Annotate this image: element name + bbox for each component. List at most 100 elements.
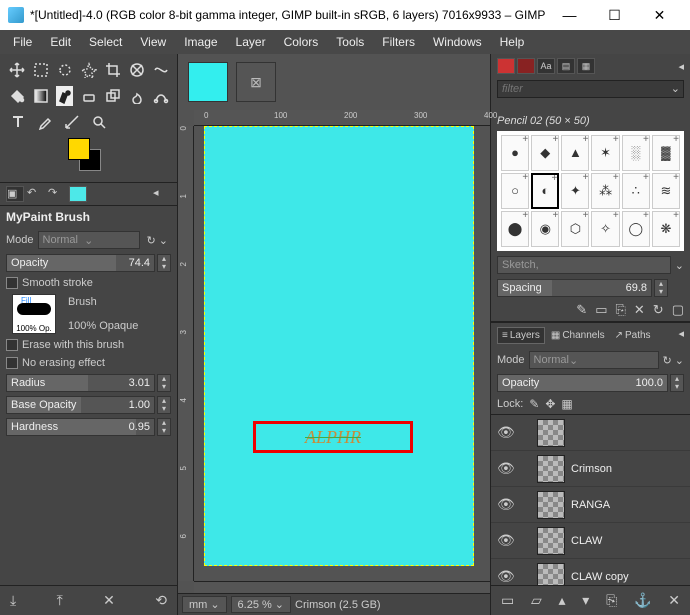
lock-position-icon[interactable]: ✥ bbox=[545, 397, 555, 411]
menu-file[interactable]: File bbox=[4, 32, 41, 52]
layer-mode-select[interactable]: Normal ⌄ bbox=[529, 351, 659, 369]
tab-layers[interactable]: ≡ Layers bbox=[497, 327, 545, 344]
close-image-button[interactable]: ⊠ bbox=[236, 62, 276, 102]
menu-layer[interactable]: Layer bbox=[227, 32, 275, 52]
brush-cell[interactable]: ⬡+ bbox=[561, 211, 589, 247]
layer-row[interactable]: 👁 RANGA bbox=[491, 487, 690, 523]
restore-preset-icon[interactable]: ⤒ bbox=[57, 592, 63, 609]
brush-cell[interactable]: ⬤+ bbox=[501, 211, 529, 247]
layers-dock-menu-icon[interactable]: ◂ bbox=[678, 327, 684, 344]
zoom-select[interactable]: 6.25 % ⌄ bbox=[231, 596, 291, 613]
tab-paths[interactable]: ↗ Paths bbox=[611, 327, 655, 344]
unit-select[interactable]: mm ⌄ bbox=[182, 596, 227, 613]
ruler-horizontal[interactable]: 0100200300400 bbox=[194, 110, 490, 126]
mypaint-brush-tool[interactable] bbox=[56, 86, 73, 106]
move-tool[interactable] bbox=[8, 60, 25, 80]
new-brush-icon[interactable]: ▭ bbox=[595, 302, 607, 318]
menu-image[interactable]: Image bbox=[175, 32, 226, 52]
smooth-stroke-checkbox[interactable] bbox=[6, 277, 18, 289]
open-brush-icon[interactable]: ▢ bbox=[672, 302, 684, 318]
layer-row[interactable]: 👁 CLAW bbox=[491, 523, 690, 559]
dock-menu-icon[interactable]: ◂ bbox=[153, 186, 171, 202]
brush-cell[interactable]: ≋+ bbox=[652, 173, 680, 210]
visibility-icon[interactable]: 👁 bbox=[497, 532, 513, 549]
dock-tab-image-icon[interactable] bbox=[69, 186, 87, 202]
rect-select-tool[interactable] bbox=[32, 60, 49, 80]
brush-cell[interactable]: ◆+ bbox=[531, 135, 559, 171]
history-tab-icon[interactable]: ▤ bbox=[557, 58, 575, 74]
patterns-tab-icon[interactable] bbox=[517, 58, 535, 74]
base-opacity-slider[interactable]: Base Opacity1.00 bbox=[6, 396, 155, 414]
menu-tools[interactable]: Tools bbox=[327, 32, 373, 52]
menu-edit[interactable]: Edit bbox=[41, 32, 80, 52]
rotate-tool[interactable] bbox=[128, 60, 145, 80]
lasso-tool[interactable] bbox=[56, 60, 73, 80]
color-swatches[interactable] bbox=[68, 138, 108, 178]
lock-alpha-icon[interactable]: ▦ bbox=[561, 397, 572, 411]
menu-filters[interactable]: Filters bbox=[373, 32, 424, 52]
brush-preview[interactable]: Fill 100% Op. bbox=[12, 294, 56, 334]
lock-pixels-icon[interactable]: ✎ bbox=[529, 397, 539, 411]
path-tool[interactable] bbox=[152, 86, 169, 106]
dock-menu-right-icon[interactable]: ◂ bbox=[678, 60, 684, 73]
image-thumbnail[interactable] bbox=[188, 62, 228, 102]
layer-name[interactable]: CLAW bbox=[571, 535, 684, 547]
zoom-tool[interactable] bbox=[89, 112, 109, 132]
fuzzy-select-tool[interactable] bbox=[80, 60, 97, 80]
redo-icon[interactable]: ↷ bbox=[48, 186, 66, 202]
brush-cell[interactable]: ░+ bbox=[622, 135, 650, 171]
layer-row[interactable]: 👁 bbox=[491, 415, 690, 451]
layer-opacity-slider[interactable]: Opacity100.0 bbox=[497, 374, 668, 392]
layer-name[interactable]: Crimson bbox=[571, 463, 684, 475]
visibility-icon[interactable]: 👁 bbox=[497, 568, 513, 585]
brush-cell[interactable]: ◯+ bbox=[622, 211, 650, 247]
visibility-icon[interactable]: 👁 bbox=[497, 496, 513, 513]
layer-up-icon[interactable]: ▴ bbox=[559, 592, 566, 609]
brush-cell[interactable]: ○+ bbox=[501, 173, 529, 210]
delete-brush-icon[interactable]: ✕ bbox=[634, 302, 645, 318]
brush-filter-input[interactable] bbox=[497, 80, 684, 98]
no-erasing-checkbox[interactable] bbox=[6, 357, 18, 369]
menu-view[interactable]: View bbox=[131, 32, 175, 52]
edit-brush-icon[interactable]: ✎ bbox=[576, 302, 587, 318]
measure-tool[interactable] bbox=[62, 112, 82, 132]
brush-cell[interactable]: ⁂+ bbox=[591, 173, 619, 210]
brush-grid[interactable]: ●+◆+▲+✶+░+▓+○+◐+✦+⁂+∴+≋+⬤+◉+⬡+✧+◯+❋+ bbox=[497, 131, 684, 251]
duplicate-layer-icon[interactable]: ⎘ bbox=[606, 592, 617, 609]
text-tool[interactable] bbox=[8, 112, 28, 132]
smudge-tool[interactable] bbox=[128, 86, 145, 106]
eraser-tool[interactable] bbox=[80, 86, 97, 106]
layer-down-icon[interactable]: ▾ bbox=[582, 592, 589, 609]
gradients-tab-icon[interactable]: ▦ bbox=[577, 58, 595, 74]
brush-cell[interactable]: ◐+ bbox=[531, 173, 559, 210]
brush-preset-select[interactable]: Sketch, bbox=[497, 256, 671, 274]
layer-row[interactable]: 👁 CLAW copy bbox=[491, 559, 690, 585]
horizontal-scrollbar[interactable] bbox=[194, 581, 490, 593]
brushes-tab-icon[interactable] bbox=[497, 58, 515, 74]
brush-cell[interactable]: ▓+ bbox=[652, 135, 680, 171]
new-layer-icon[interactable]: ▭ bbox=[501, 592, 514, 609]
save-preset-icon[interactable]: ⤓ bbox=[10, 592, 16, 609]
delete-preset-icon[interactable]: ✕ bbox=[103, 592, 115, 609]
layer-name[interactable]: CLAW copy bbox=[571, 571, 684, 583]
blend-mode-select[interactable]: Normal ⌄ bbox=[38, 231, 140, 249]
brush-cell[interactable]: ∴+ bbox=[622, 173, 650, 210]
canvas[interactable]: ALPHR bbox=[204, 126, 474, 566]
brush-cell[interactable]: ✦+ bbox=[561, 173, 589, 210]
erase-with-brush-checkbox[interactable] bbox=[6, 339, 18, 351]
layer-group-icon[interactable]: ▱ bbox=[531, 592, 542, 609]
brush-cell[interactable]: ◉+ bbox=[531, 211, 559, 247]
brush-cell[interactable]: ▲+ bbox=[561, 135, 589, 171]
brush-cell[interactable]: ✧+ bbox=[591, 211, 619, 247]
color-picker-tool[interactable] bbox=[35, 112, 55, 132]
ruler-vertical[interactable]: 0123456 bbox=[178, 126, 194, 581]
brush-cell[interactable]: ❋+ bbox=[652, 211, 680, 247]
gradient-tool[interactable] bbox=[32, 86, 49, 106]
reset-preset-icon[interactable]: ⟲ bbox=[155, 592, 167, 609]
crop-tool[interactable] bbox=[104, 60, 121, 80]
layer-name[interactable]: RANGA bbox=[571, 499, 684, 511]
foreground-color[interactable] bbox=[68, 138, 90, 160]
fonts-tab-icon[interactable]: Aa bbox=[537, 58, 555, 74]
menu-select[interactable]: Select bbox=[80, 32, 131, 52]
layer-reset-icon[interactable]: ↻ ⌄ bbox=[663, 354, 685, 367]
